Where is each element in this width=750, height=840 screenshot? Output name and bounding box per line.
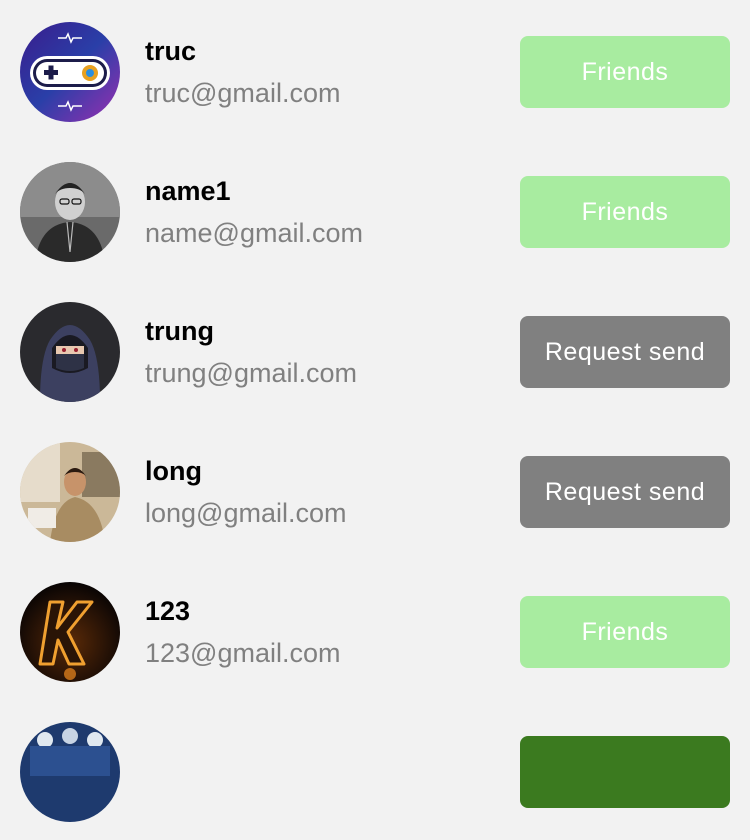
user-email: truc@gmail.com	[145, 78, 341, 108]
hooded-ninja-avatar-icon	[20, 302, 120, 402]
user-list: truc truc@gmail.com Friends name1 name@g…	[0, 0, 750, 840]
list-item[interactable]: truc truc@gmail.com Friends	[0, 0, 750, 140]
friends-button[interactable]: Friends	[520, 596, 730, 668]
gamepad-avatar-icon	[20, 22, 120, 122]
request-send-button[interactable]: Request send	[520, 316, 730, 388]
list-item[interactable]	[0, 700, 750, 840]
request-send-button[interactable]: Request send	[520, 456, 730, 528]
user-email: trung@gmail.com	[145, 358, 357, 388]
person-photo-avatar-icon	[20, 442, 120, 542]
user-name: name1	[145, 176, 231, 206]
crowd-photo-avatar-icon	[20, 722, 120, 822]
user-name: long	[145, 456, 202, 486]
person-photo-avatar-icon	[20, 162, 120, 262]
list-item[interactable]: 123 123@gmail.com Friends	[0, 560, 750, 700]
list-item[interactable]: name1 name@gmail.com Friends	[0, 140, 750, 280]
user-email: name@gmail.com	[145, 218, 363, 248]
user-email: 123@gmail.com	[145, 638, 341, 668]
user-email: long@gmail.com	[145, 498, 347, 528]
user-name: trung	[145, 316, 214, 346]
list-item[interactable]: long long@gmail.com Request send	[0, 420, 750, 560]
add-friend-button[interactable]	[520, 736, 730, 808]
user-name: 123	[145, 596, 191, 626]
letter-k-avatar-icon	[20, 582, 120, 682]
friends-button[interactable]: Friends	[520, 176, 730, 248]
list-item[interactable]: trung trung@gmail.com Request send	[0, 280, 750, 420]
user-name: truc	[145, 36, 197, 66]
friends-button[interactable]: Friends	[520, 36, 730, 108]
